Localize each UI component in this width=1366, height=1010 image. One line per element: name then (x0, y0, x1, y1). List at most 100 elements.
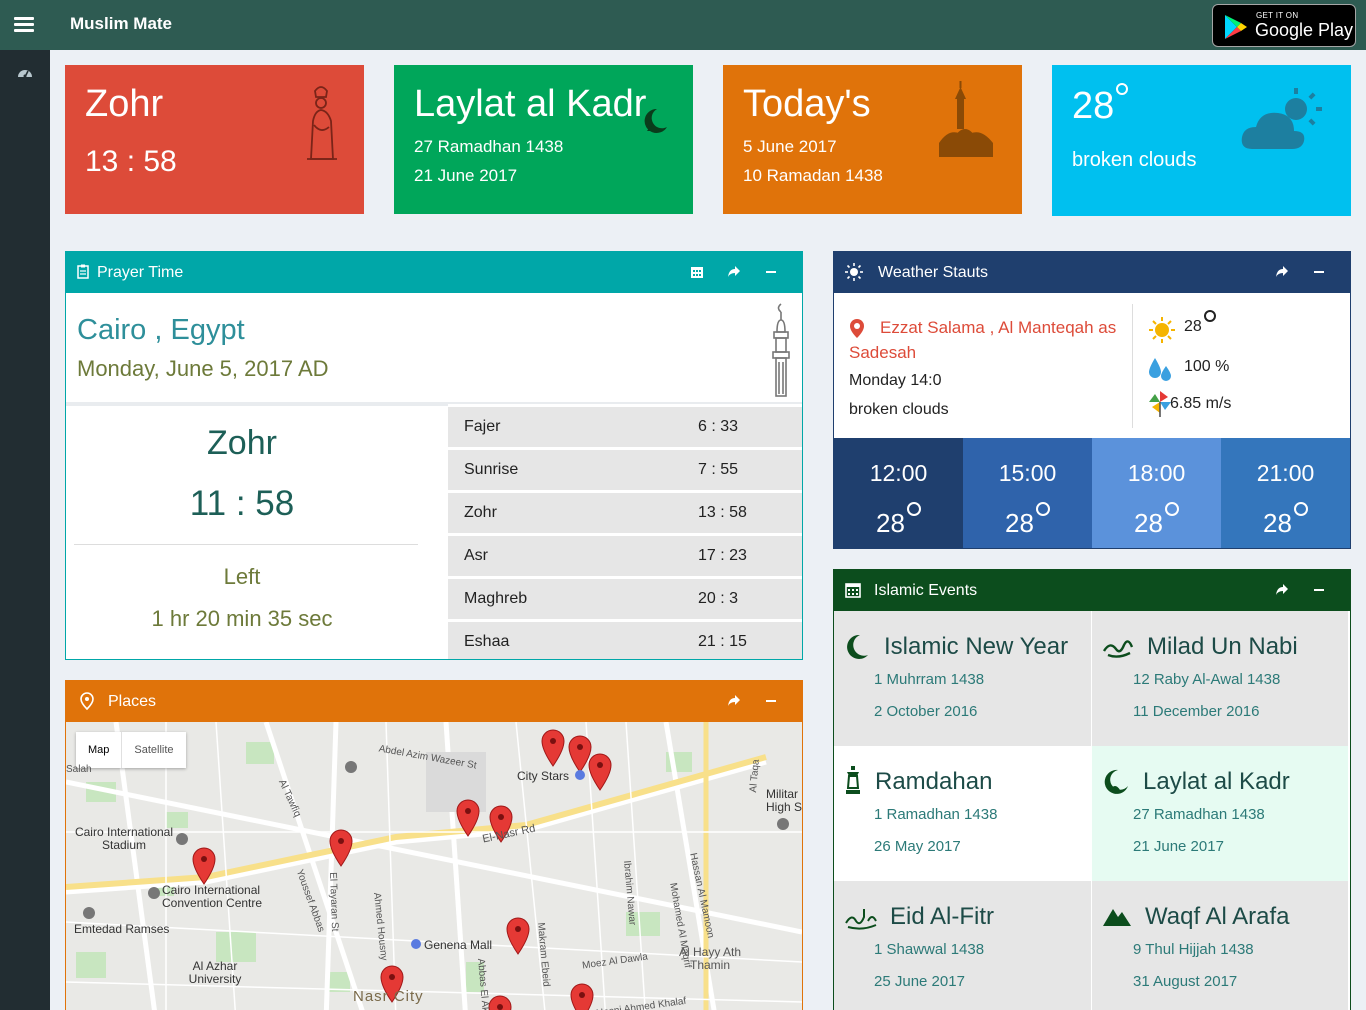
hourly-forecast: 12:00 28 15:00 28 18:00 28 21:00 28 (834, 438, 1350, 548)
map-label: Emtedad Ramses (74, 922, 170, 936)
prayer-time-box: Prayer Time Cairo , Egypt Monday, June 5… (65, 251, 803, 660)
forecast-item: 15:00 28 (963, 438, 1092, 548)
event-waqf-al-arafa: Waqf Al Arafa 9 Thul Hijjah 1438 31 Augu… (1091, 881, 1348, 1010)
forecast-temp: 28 (1221, 502, 1350, 539)
event-laylat-al-kadr: Laylat al Kadr 27 Ramadhan 1438 21 June … (1091, 746, 1348, 881)
card-gregorian-date: 21 June 2017 (414, 166, 518, 185)
event-hijri-date: 1 Shawwal 1438 (874, 941, 985, 958)
prayer-time: 21 : 15 (698, 633, 747, 650)
app-brand[interactable]: Muslim Mate (70, 14, 172, 34)
share-icon[interactable] (1275, 583, 1289, 597)
collapse-icon[interactable] (766, 271, 776, 273)
eid-calligraphy-icon (845, 909, 877, 930)
prayer-time: 13 : 58 (698, 504, 747, 521)
cloud-sun-icon (1241, 88, 1322, 149)
time-left-value: 1 hr 20 min 35 sec (151, 606, 333, 631)
event-hijri-date: 9 Thul Hijjah 1438 (1133, 941, 1254, 958)
map-label: City Stars (517, 769, 570, 783)
map-button[interactable]: Map (76, 732, 121, 768)
event-name: Milad Un Nabi (1147, 633, 1298, 660)
share-icon[interactable] (1275, 265, 1289, 279)
event-islamic-new-year: Islamic New Year 1 Muhrram 1438 2 Octobe… (834, 611, 1091, 746)
share-icon[interactable] (727, 265, 741, 279)
card-today: Today's 5 June 2017 10 Ramadan 1438 (723, 65, 1022, 214)
collapse-icon[interactable] (1314, 589, 1324, 591)
event-name: Waqf Al Arafa (1145, 903, 1290, 930)
prayer-date: Monday, June 5, 2017 AD (77, 356, 329, 381)
card-gregorian-date: 5 June 2017 (743, 137, 837, 156)
top-navbar: Muslim Mate GET IT ON Google Play (0, 0, 1366, 50)
calendar-icon (845, 583, 861, 598)
prayer-times-table: Fajer 6 : 33 Sunrise 7 : 55 Zohr 13 : 58 As… (448, 404, 802, 659)
table-row: Asr 17 : 23 (448, 533, 802, 576)
map-label: Genena Mall (424, 938, 493, 952)
clipboard-icon (77, 264, 89, 279)
satellite-button[interactable]: Satellite (121, 732, 185, 768)
card-title: Zohr (85, 83, 164, 125)
wind-pinwheel-icon (1149, 391, 1171, 417)
prayer-time: 6 : 33 (698, 418, 739, 435)
card-title: Today's (743, 83, 871, 125)
table-row: Sunrise 7 : 55 (448, 447, 802, 490)
weather-humidity: 100 % (1184, 358, 1230, 375)
praying-man-icon (307, 86, 337, 160)
map-label: Al Azhar University (188, 959, 242, 986)
weather-temperature: 28 (1184, 310, 1216, 336)
prayer-box-header: Prayer Time (66, 252, 802, 293)
card-weather-desc: broken clouds (1072, 149, 1197, 171)
current-prayer-time: 11 : 58 (189, 484, 295, 523)
menu-toggle-icon[interactable] (14, 17, 34, 33)
prayer-name: Zohr (464, 504, 497, 521)
event-name: Laylat al Kadr (1143, 768, 1290, 795)
weather-status-box: Weather Stauts Ezzat Salama , Al Manteqa… (833, 251, 1351, 549)
current-prayer-name: Zohr (207, 424, 277, 462)
card-temperature: 28 (1072, 83, 1129, 128)
prayer-time: 7 : 55 (698, 461, 739, 478)
collapse-icon[interactable] (766, 700, 776, 702)
event-gregorian-date: 11 December 2016 (1133, 703, 1260, 720)
prayer-time: 17 : 23 (698, 547, 747, 564)
weather-wind: 6.85 m/s (1170, 395, 1232, 412)
card-hijri-date: 27 Ramadhan 1438 (414, 137, 564, 156)
table-row: Maghreb 20 : 3 (448, 576, 802, 619)
forecast-time: 21:00 (1256, 460, 1315, 486)
card-title: Laylat al Kadr (414, 83, 647, 125)
event-gregorian-date: 25 June 2017 (874, 973, 965, 990)
event-gregorian-date: 2 October 2016 (874, 703, 978, 720)
store-small-text: GET IT ON (1256, 11, 1299, 20)
card-current-prayer: Zohr 13 : 58 (65, 65, 364, 214)
prayer-name: Asr (464, 547, 488, 564)
map-type-control: Map Satellite (76, 732, 186, 768)
google-play-badge[interactable]: GET IT ON Google Play (1212, 4, 1356, 47)
event-hijri-date: 1 Muhrram 1438 (874, 671, 985, 688)
card-hijri-date: 10 Ramadan 1438 (743, 166, 883, 185)
collapse-icon[interactable] (1314, 271, 1324, 273)
dashboard-icon[interactable] (17, 66, 33, 78)
weather-box-header: Weather Stauts (834, 252, 1350, 293)
forecast-item: 18:00 28 (1092, 438, 1221, 548)
weather-day-time: Monday 14:0 (849, 372, 942, 389)
calendar-icon[interactable] (690, 265, 704, 279)
card-time: 13 : 58 (85, 145, 177, 178)
weather-location: Ezzat Salama , Al Manteqah as Sadesah (849, 318, 1117, 362)
prayer-name: Maghreb (464, 590, 528, 607)
card-laylat-al-kadr: Laylat al Kadr 27 Ramadhan 1438 21 June … (394, 65, 693, 214)
forecast-temp: 28 (1092, 502, 1221, 539)
sunny-icon (1149, 317, 1175, 343)
event-eid-al-fitr: Eid Al-Fitr 1 Shawwal 1438 25 June 2017 (834, 881, 1091, 1010)
mountain-icon (1103, 909, 1131, 926)
divider (74, 544, 418, 545)
event-name: Eid Al-Fitr (890, 903, 995, 930)
card-weather: 28 broken clouds (1052, 65, 1351, 216)
calligraphy-icon (1102, 640, 1134, 658)
places-map[interactable]: Map Satellite Cairo International Stadium… (66, 722, 802, 1010)
map-label: Nasr City (353, 988, 424, 1005)
lantern-icon (846, 766, 860, 794)
event-gregorian-date: 31 August 2017 (1133, 973, 1238, 990)
event-ramdahan: Ramdahan 1 Ramadhan 1438 26 May 2017 (834, 746, 1091, 881)
share-icon[interactable] (727, 694, 741, 708)
store-big-text: Google Play (1255, 20, 1354, 40)
prayer-city: Cairo , Egypt (77, 314, 245, 346)
event-name: Islamic New Year (884, 633, 1069, 660)
weather-description: broken clouds (849, 401, 949, 418)
